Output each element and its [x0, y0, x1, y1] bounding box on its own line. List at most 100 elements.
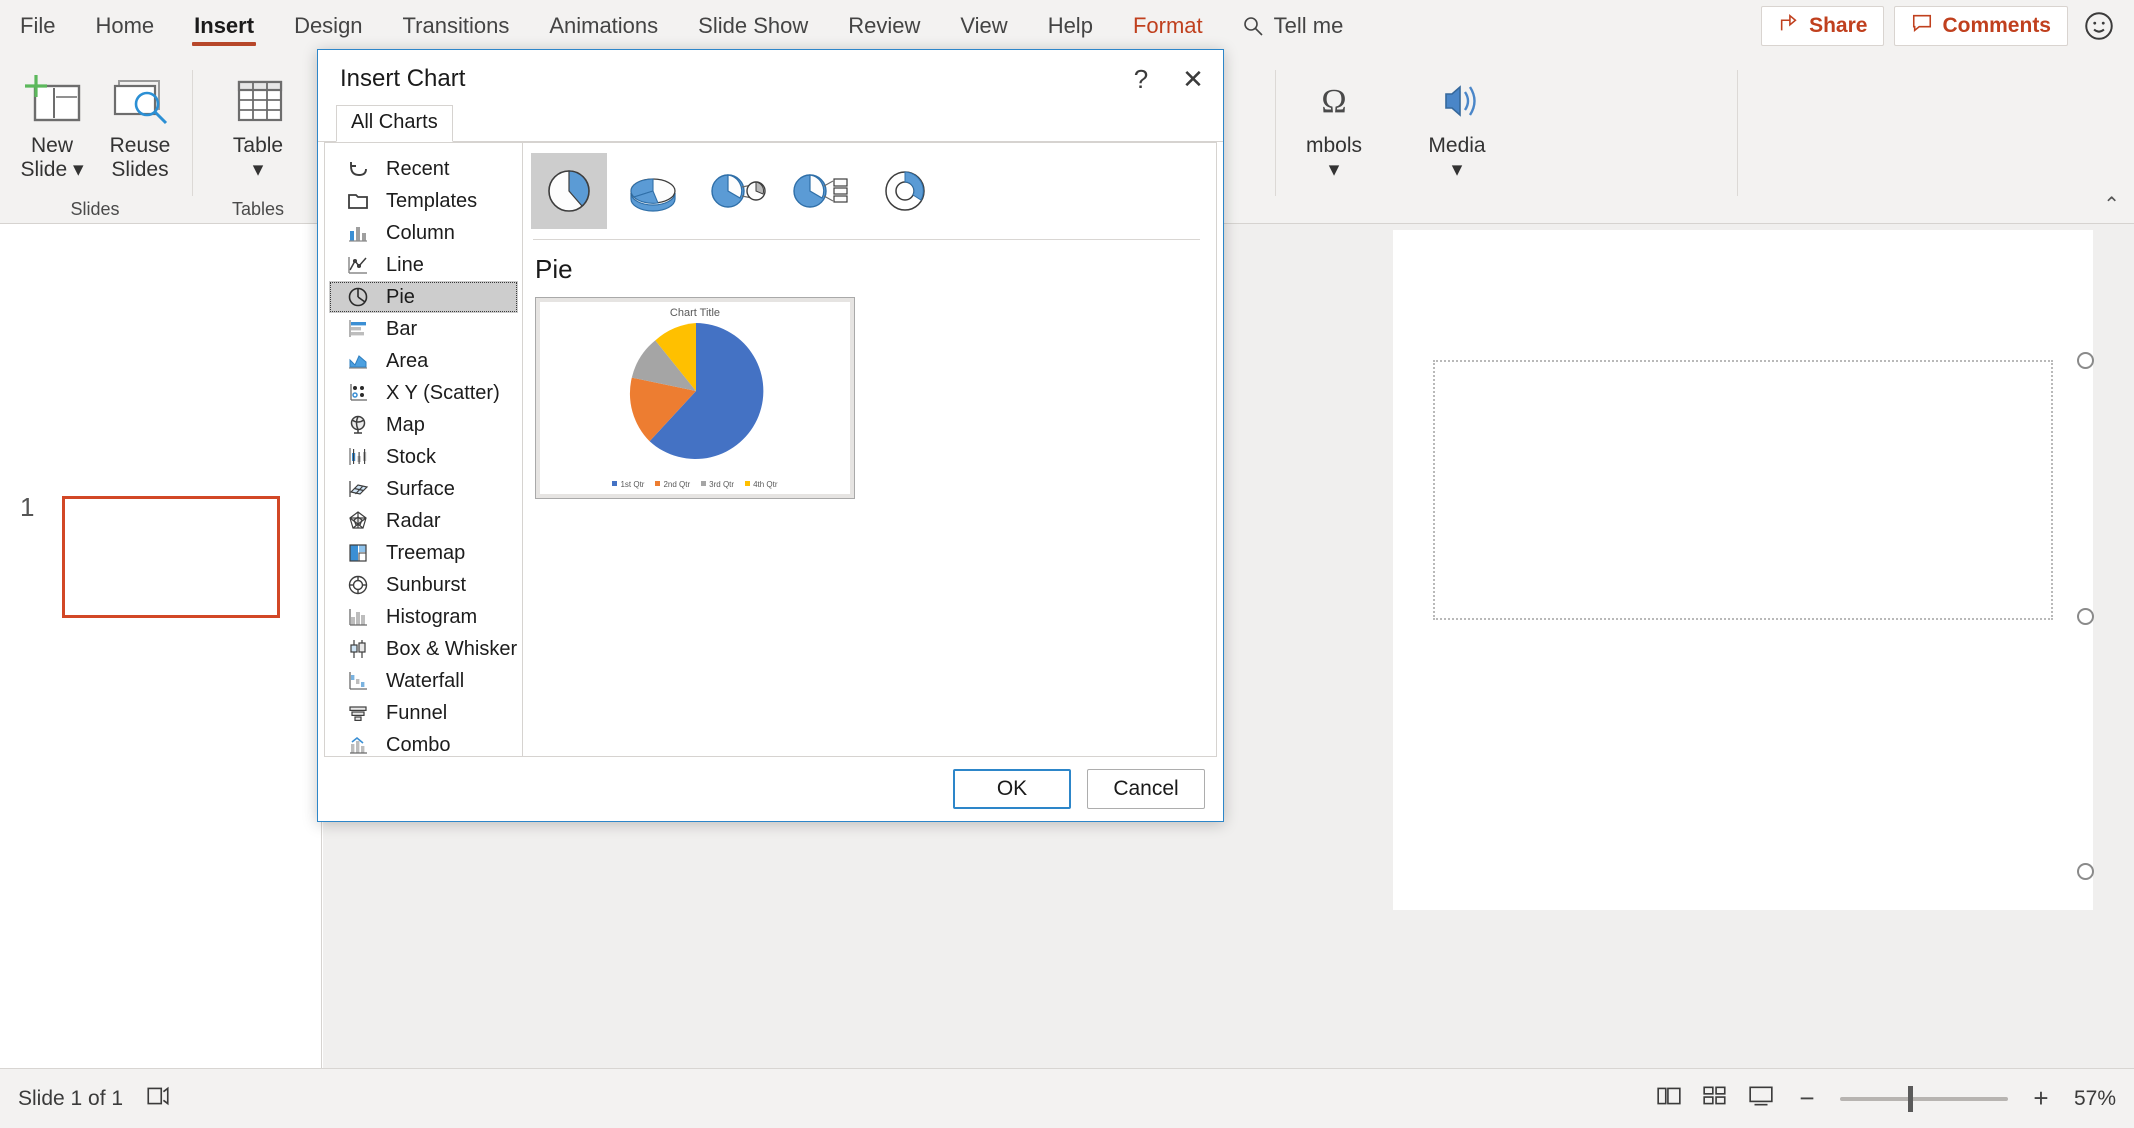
chart-type-histogram[interactable]: Histogram: [329, 601, 518, 633]
tab-animations[interactable]: Animations: [529, 0, 678, 52]
group-label-tables: Tables: [231, 199, 285, 219]
legend-swatch: [701, 481, 707, 486]
variant-pie-of-pie[interactable]: [699, 153, 775, 229]
resize-handle-top-right[interactable]: [2077, 352, 2094, 369]
ok-button[interactable]: OK: [953, 769, 1071, 809]
chart-type-list[interactable]: Recent Templates Column Line Pie Bar Are…: [325, 143, 523, 756]
tab-view[interactable]: View: [940, 0, 1027, 52]
chart-type-label: Area: [386, 349, 429, 372]
variant-pie-3d[interactable]: [615, 153, 691, 229]
chart-type-radar[interactable]: Radar: [329, 505, 518, 537]
zoom-out-button[interactable]: −: [1794, 1083, 1820, 1114]
stock-chart-icon: [345, 444, 371, 470]
zoom-slider-thumb[interactable]: [1907, 1085, 1913, 1112]
share-icon: [1778, 12, 1800, 40]
combo-chart-icon: [345, 732, 371, 756]
table-label: Table ▾: [232, 134, 284, 181]
chart-type-funnel[interactable]: Funnel: [329, 697, 518, 729]
zoom-slider[interactable]: [1839, 1085, 2008, 1112]
share-button[interactable]: Share: [1761, 6, 1885, 46]
tab-design[interactable]: Design: [274, 0, 382, 52]
chart-type-waterfall[interactable]: Waterfall: [329, 665, 518, 697]
resize-handle-bottom-right[interactable]: [2077, 863, 2094, 880]
chart-preview[interactable]: Chart Title 1st Qtr 2nd Qtr 3rd Qtr 4th …: [535, 297, 855, 499]
chart-type-label: Line: [386, 253, 424, 276]
tell-me-search[interactable]: Tell me: [1223, 13, 1362, 39]
slide-thumbnail-1[interactable]: [62, 496, 280, 618]
tab-insert[interactable]: Insert: [174, 0, 274, 52]
chart-type-xy-scatter[interactable]: X Y (Scatter): [329, 377, 518, 409]
dialog-footer: OK Cancel: [318, 757, 1223, 821]
feedback-smiley-icon[interactable]: [2078, 5, 2120, 47]
zoom-level-label[interactable]: 57%: [2074, 1087, 2116, 1111]
tab-review[interactable]: Review: [828, 0, 940, 52]
table-button[interactable]: Table ▾: [206, 64, 310, 181]
collapse-ribbon-icon[interactable]: ⌃: [2103, 192, 2120, 217]
media-button[interactable]: Media ▾: [1405, 64, 1509, 181]
chart-type-surface[interactable]: Surface: [329, 473, 518, 505]
chart-type-templates[interactable]: Templates: [329, 185, 518, 217]
chart-type-treemap[interactable]: Treemap: [329, 537, 518, 569]
speaker-audio-icon: [1426, 64, 1488, 130]
reuse-slides-button[interactable]: Reuse Slides: [88, 64, 192, 181]
chart-type-label: Surface: [386, 477, 455, 500]
chart-type-line[interactable]: Line: [329, 249, 518, 281]
tab-all-charts[interactable]: All Charts: [336, 105, 453, 142]
reading-view-icon[interactable]: [1748, 1083, 1774, 1115]
help-button[interactable]: ?: [1115, 56, 1167, 102]
reuse-slides-icon: [109, 64, 171, 130]
zoom-in-button[interactable]: +: [2028, 1083, 2054, 1114]
chart-type-label: Stock: [386, 445, 437, 468]
variant-doughnut[interactable]: [867, 153, 943, 229]
chart-type-stock[interactable]: Stock: [329, 441, 518, 473]
chart-type-box-whisker[interactable]: Box & Whisker: [329, 633, 518, 665]
table-icon: [227, 64, 289, 130]
chart-type-label: Combo: [386, 733, 451, 756]
legend-swatch: [612, 481, 618, 486]
line-chart-icon: [345, 252, 371, 278]
tab-home[interactable]: Home: [75, 0, 174, 52]
chart-type-column[interactable]: Column: [329, 217, 518, 249]
chart-type-recent[interactable]: Recent: [329, 153, 518, 185]
tab-transitions[interactable]: Transitions: [383, 0, 530, 52]
chart-type-label: Pie: [386, 285, 415, 308]
comments-button[interactable]: Comments: [1894, 6, 2068, 46]
accessibility-icon[interactable]: [145, 1083, 171, 1115]
symbols-label: mbols ▾: [1305, 134, 1363, 181]
tab-file[interactable]: File: [0, 0, 75, 52]
tab-help[interactable]: Help: [1028, 0, 1113, 52]
resize-handle-middle-right[interactable]: [2077, 608, 2094, 625]
tab-format[interactable]: Format: [1113, 0, 1223, 52]
symbols-button[interactable]: Ω mbols ▾: [1282, 64, 1386, 181]
column-chart-icon: [345, 220, 371, 246]
title-placeholder[interactable]: [1433, 360, 2053, 620]
funnel-chart-icon: [345, 700, 371, 726]
search-icon: [1241, 14, 1265, 38]
chart-type-combo[interactable]: Combo: [329, 729, 518, 756]
chart-type-area[interactable]: Area: [329, 345, 518, 377]
chart-type-pie[interactable]: Pie: [329, 281, 518, 313]
variant-bar-of-pie[interactable]: [783, 153, 859, 229]
chart-type-sunburst[interactable]: Sunburst: [329, 569, 518, 601]
sorter-view-icon[interactable]: [1702, 1083, 1728, 1115]
chart-type-bar[interactable]: Bar: [329, 313, 518, 345]
chart-type-label: Histogram: [386, 605, 478, 628]
recent-icon: [345, 156, 371, 182]
chart-type-map[interactable]: Map: [329, 409, 518, 441]
chart-legend: 1st Qtr 2nd Qtr 3rd Qtr 4th Qtr: [536, 480, 854, 489]
legend-item-2: 2nd Qtr: [655, 480, 690, 489]
variant-pie[interactable]: [531, 153, 607, 229]
tab-slide-show[interactable]: Slide Show: [678, 0, 828, 52]
cancel-button[interactable]: Cancel: [1087, 769, 1205, 809]
chart-type-label: Funnel: [386, 701, 448, 724]
area-chart-icon: [345, 348, 371, 374]
scatter-chart-icon: [345, 380, 371, 406]
normal-view-icon[interactable]: [1656, 1083, 1682, 1115]
chart-type-label: X Y (Scatter): [386, 381, 500, 404]
dialog-title-bar[interactable]: Insert Chart ? ✕: [318, 50, 1223, 108]
slide-canvas[interactable]: [1393, 230, 2094, 910]
chart-title: Chart Title: [669, 307, 721, 319]
slide-counter: Slide 1 of 1: [18, 1086, 124, 1110]
omega-symbol-icon: Ω: [1303, 64, 1365, 130]
close-icon[interactable]: ✕: [1167, 56, 1219, 102]
